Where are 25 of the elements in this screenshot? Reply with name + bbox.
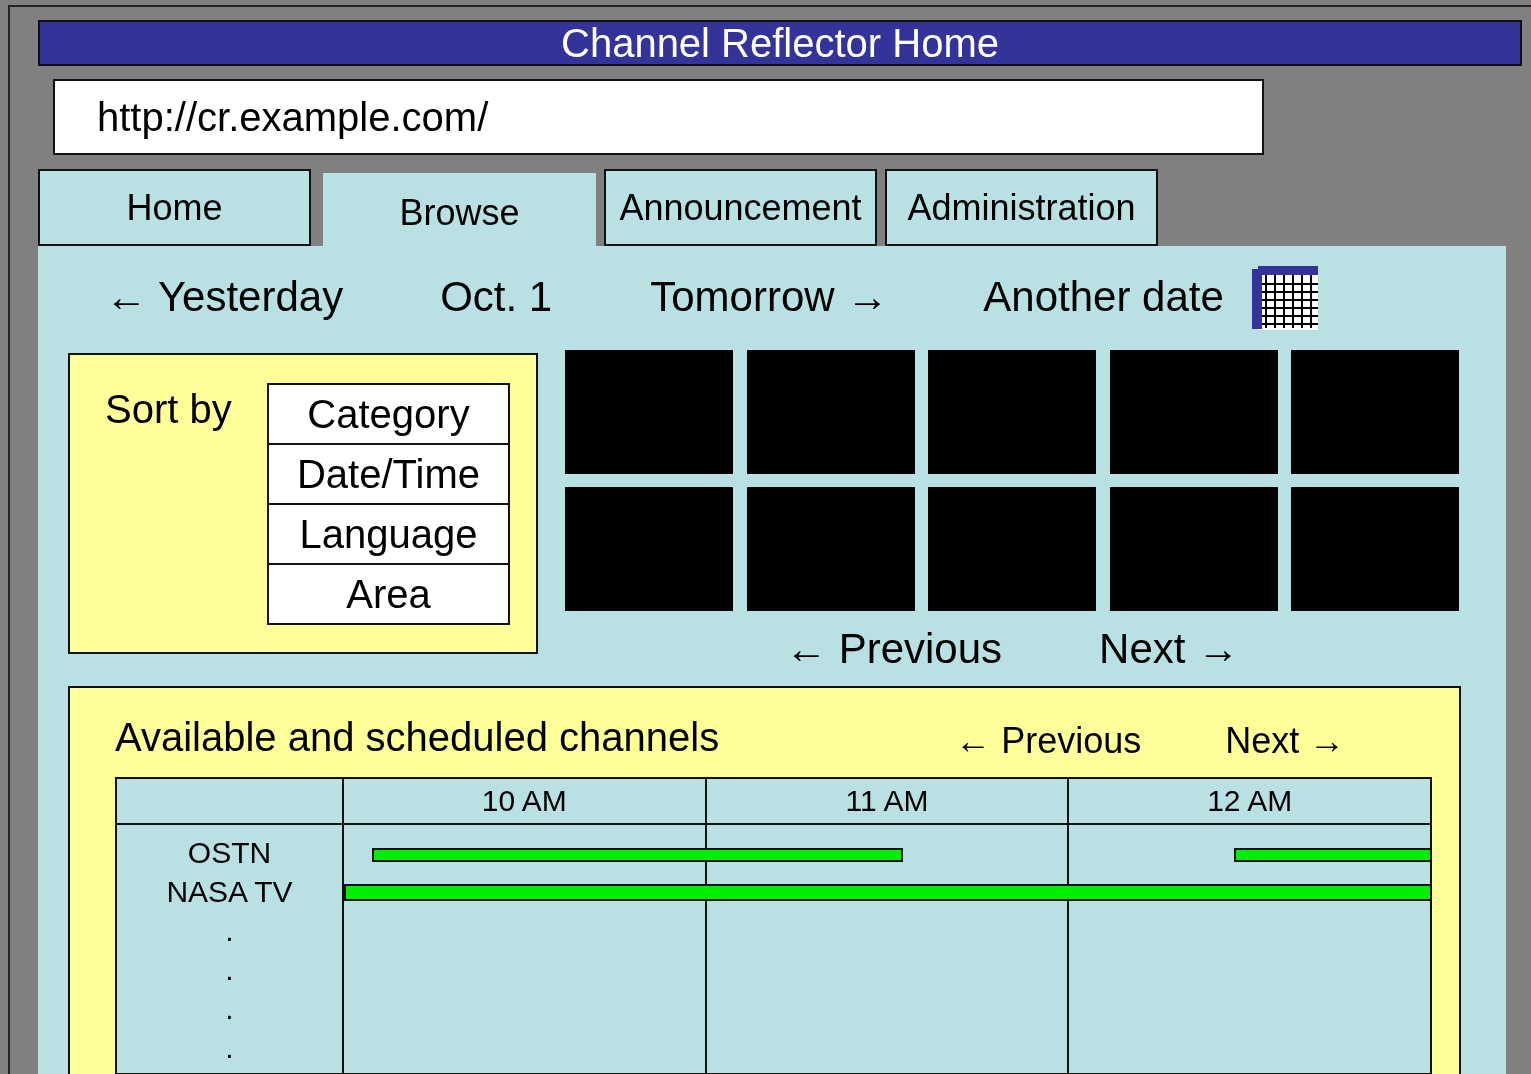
address-field[interactable]: http://cr.example.com/: [53, 79, 1264, 155]
time-header: 10 AM: [343, 778, 706, 824]
current-date: Oct. 1: [440, 273, 553, 321]
channel-name: .: [225, 992, 234, 1025]
sort-label: Sort by: [105, 387, 233, 433]
tab[interactable]: Administration: [885, 169, 1158, 246]
channel-name: NASA TV: [166, 875, 293, 908]
section-heading: Available and scheduled channels: [115, 715, 720, 760]
previous-link[interactable]: ← Previous: [785, 625, 1003, 673]
channel-name: OSTN: [187, 836, 272, 869]
next-link[interactable]: Next →: [1225, 720, 1346, 762]
channel-name: .: [225, 953, 234, 986]
previous-link[interactable]: ← Previous: [955, 720, 1142, 762]
tab[interactable]: Announcement: [604, 169, 877, 246]
tab[interactable]: Browse: [323, 173, 596, 246]
next-link[interactable]: Next →: [1099, 625, 1240, 673]
time-header: 11 AM: [705, 778, 1069, 824]
yesterday-link[interactable]: ← Yesterday: [105, 273, 344, 321]
tab[interactable]: Home: [38, 169, 311, 246]
time-header: 12 AM: [1068, 778, 1431, 824]
channel-name: .: [225, 1031, 234, 1064]
tomorrow-link[interactable]: Tomorrow →: [650, 273, 889, 321]
window-title: Channel Reflector Home: [38, 20, 1522, 66]
another-date-link[interactable]: Another date: [983, 273, 1224, 321]
channel-name: .: [225, 914, 234, 947]
